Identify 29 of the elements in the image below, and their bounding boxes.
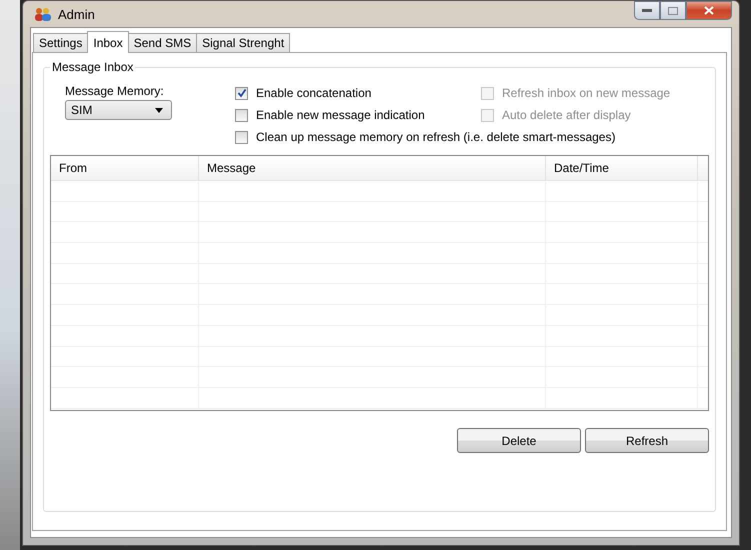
maximize-button[interactable]	[660, 1, 686, 20]
users-icon	[34, 7, 52, 21]
caret-icon	[155, 108, 163, 112]
minimize-button[interactable]	[634, 1, 660, 20]
tab[interactable]: Send SMS	[128, 33, 198, 52]
minimize-icon	[642, 8, 652, 12]
tab[interactable]: Inbox	[87, 31, 129, 53]
checkbox-label: Clean up message memory on refresh (i.e. delete smart-messages)	[256, 130, 616, 144]
column-header[interactable]: Date/Time	[546, 156, 698, 180]
checkbox[interactable]	[235, 108, 248, 122]
tab[interactable]: Signal Strenght	[196, 33, 290, 52]
window-title: Admin	[58, 6, 95, 22]
checkbox-label: Enable new message indication	[256, 108, 425, 122]
group-title: Message Inbox	[50, 60, 136, 74]
field-label: Message Memory:	[65, 84, 165, 98]
close-button[interactable]	[686, 1, 732, 20]
checkbox-label: Auto delete after display	[502, 108, 631, 122]
close-icon	[704, 6, 714, 15]
checkbox[interactable]	[235, 86, 248, 100]
memory-dropdown[interactable]: SIM	[65, 100, 172, 120]
maximize-icon	[668, 6, 678, 14]
column-header[interactable]: From	[51, 156, 199, 180]
checkbox[interactable]	[235, 130, 248, 144]
checkbox-label: Enable concatenation	[256, 86, 372, 100]
action-button[interactable]: Refresh	[585, 428, 709, 453]
tab[interactable]: Settings	[33, 33, 88, 52]
action-button[interactable]: Delete	[457, 428, 581, 453]
checkbox-label: Refresh inbox on new message	[502, 86, 670, 100]
column-header[interactable]: Message	[199, 156, 546, 180]
